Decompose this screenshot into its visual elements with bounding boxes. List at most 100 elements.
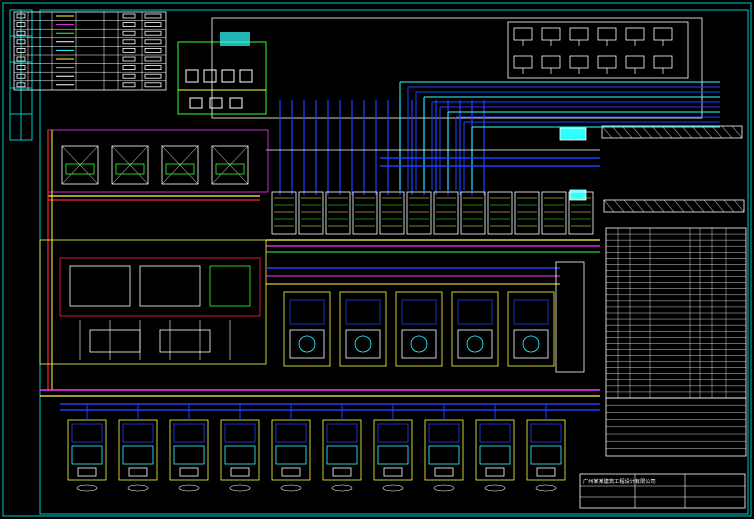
- truss-brace: [711, 125, 723, 139]
- terminal-fan: [428, 445, 460, 465]
- ahu-coil: [457, 299, 493, 325]
- inner-border: [39, 9, 749, 515]
- fan-icon: [354, 335, 372, 353]
- pump-unit: [625, 55, 645, 69]
- equipment-table: [605, 227, 747, 457]
- truss-brace: [613, 199, 625, 213]
- truss-brace: [681, 125, 693, 139]
- pump-skid: [69, 265, 131, 307]
- truss-brace: [603, 199, 615, 213]
- terminal-base: [332, 467, 352, 477]
- truss-brace: [693, 199, 705, 213]
- blue-pipe-bundle: [266, 81, 720, 195]
- truss-brace: [731, 125, 743, 139]
- truss-brace: [733, 199, 745, 213]
- ahu-coil: [289, 299, 325, 325]
- unit-label-tag: [331, 484, 353, 492]
- terminal-base: [434, 467, 454, 477]
- pump-unit: [597, 27, 617, 41]
- terminal-units: [67, 404, 566, 492]
- fan-icon: [522, 335, 540, 353]
- terminal-coil: [71, 423, 103, 443]
- terminal-fan: [275, 445, 307, 465]
- chiller-group: [47, 129, 269, 390]
- table-frame-lower: [605, 397, 747, 457]
- terminal-fan: [173, 445, 205, 465]
- terminal-unit: [526, 419, 566, 481]
- unit-label-tag: [433, 484, 455, 492]
- legend-symbol: [144, 30, 162, 36]
- company-name: 广州某某建筑工程设计有限公司: [583, 477, 656, 485]
- chiller-compressor: [215, 163, 245, 175]
- truss-brace: [683, 199, 695, 213]
- legend-symbol: [144, 65, 162, 70]
- truss-brace: [611, 125, 623, 139]
- ahu-coil: [513, 299, 549, 325]
- truss-brace: [631, 125, 643, 139]
- chiller-compressor: [165, 163, 195, 175]
- pump-unit: [569, 27, 589, 41]
- legend-symbol: [144, 39, 162, 45]
- terminal-base: [179, 467, 199, 477]
- truss-brace: [671, 125, 683, 139]
- water-treatment-unit: [177, 32, 267, 115]
- truss-frame: [603, 199, 745, 213]
- terminal-coil: [275, 423, 307, 443]
- truss-brace: [661, 125, 673, 139]
- unit-label-tag: [382, 484, 404, 492]
- unit-label-tag: [280, 484, 302, 492]
- chiller-compressor: [65, 163, 95, 175]
- legend-table: [13, 11, 167, 91]
- terminal-base: [536, 467, 556, 477]
- terminal-coil: [224, 423, 256, 443]
- legend-symbol: [122, 39, 136, 45]
- legend-symbol: [144, 56, 162, 62]
- ahu-fan-section: [401, 329, 437, 359]
- pump-unit: [541, 27, 561, 41]
- loop-frame: [59, 257, 261, 317]
- terminal-coil: [530, 423, 562, 443]
- truss-brace: [703, 199, 715, 213]
- legend-frame: [13, 11, 167, 91]
- truss-brace: [721, 125, 733, 139]
- binding-strip: [9, 9, 33, 141]
- heat-exchanger: [159, 329, 211, 353]
- ahu-cabinet: [395, 291, 443, 367]
- title-block: 广州某某建筑工程设计有限公司: [579, 473, 746, 509]
- truss-frame: [601, 125, 743, 139]
- terminal-unit: [118, 419, 158, 481]
- legend-symbol: [144, 73, 162, 79]
- ahu-cabinet: [507, 291, 555, 367]
- unit-label-tag: [535, 484, 557, 492]
- terminal-unit: [271, 419, 311, 481]
- legend-symbol: [144, 82, 162, 88]
- unit-label-tag: [229, 484, 251, 492]
- schematic-drawing: 广州某某建筑工程设计有限公司: [2, 2, 752, 517]
- air-handling-units: [283, 261, 585, 373]
- truss-brace: [691, 125, 703, 139]
- terminal-fan: [479, 445, 511, 465]
- ahu-fan-section: [345, 329, 381, 359]
- legend-symbol: [122, 73, 136, 79]
- pump-unit: [541, 55, 561, 69]
- chiller-compressor: [115, 163, 145, 175]
- terminal-fan: [122, 445, 154, 465]
- distribution-cabinets: [266, 191, 600, 253]
- ahu-cabinet: [451, 291, 499, 367]
- terminal-base: [77, 467, 97, 477]
- truss-brace: [633, 199, 645, 213]
- terminal-coil: [326, 423, 358, 443]
- pump-unit: [513, 55, 533, 69]
- legend-symbol: [144, 13, 162, 19]
- chiller-room-boundary: [47, 129, 269, 193]
- truss-brace: [723, 199, 735, 213]
- legend-symbol: [122, 13, 136, 19]
- control-panel: [555, 261, 585, 373]
- truss-brace: [651, 125, 663, 139]
- legend-symbol: [122, 30, 136, 36]
- legend-symbol: [144, 48, 162, 53]
- terminal-fan: [377, 445, 409, 465]
- terminal-unit: [67, 419, 107, 481]
- truss-brace: [663, 199, 675, 213]
- heat-exchanger: [89, 329, 141, 353]
